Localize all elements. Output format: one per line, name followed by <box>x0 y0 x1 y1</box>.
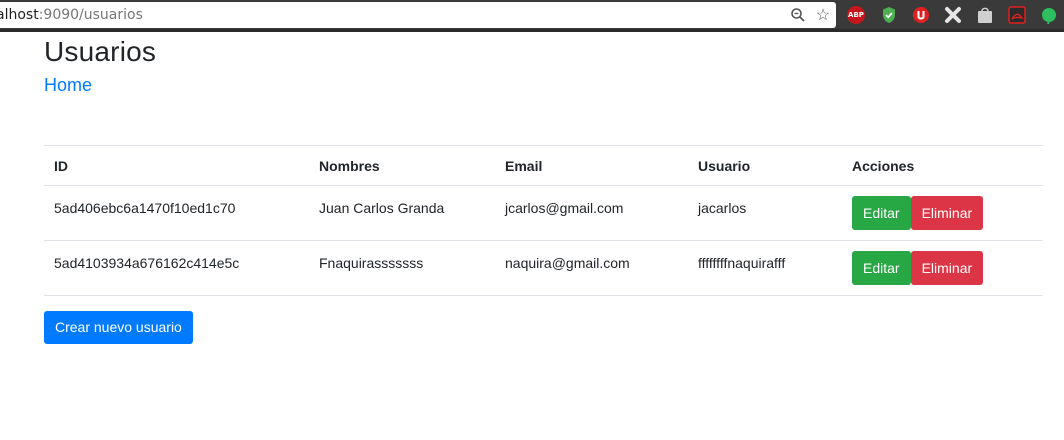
bag-icon[interactable] <box>976 6 994 24</box>
ublock-icon[interactable] <box>912 6 930 24</box>
page-title: Usuarios <box>44 36 157 67</box>
column-header-acciones: Acciones <box>842 145 1043 186</box>
adblock-icon[interactable]: ABP <box>847 6 865 24</box>
address-bar[interactable]: alhost:9090/usuarios ☆ <box>0 2 836 28</box>
column-header-id: ID <box>44 145 309 186</box>
cell-email: naquira@gmail.com <box>495 240 688 296</box>
edit-button[interactable]: Editar <box>852 251 911 285</box>
cell-acciones: Editar Eliminar <box>842 185 1043 241</box>
column-header-usuario: Usuario <box>688 145 842 186</box>
delete-button[interactable]: Eliminar <box>910 251 984 285</box>
cell-usuario: ffffffffnaquirafff <box>688 240 842 296</box>
column-header-nombres: Nombres <box>309 145 495 186</box>
delete-button[interactable]: Eliminar <box>910 196 984 230</box>
pdf-icon[interactable] <box>1008 6 1026 24</box>
browser-toolbar: alhost:9090/usuarios ☆ ABP <box>0 0 1064 32</box>
home-link[interactable]: Home <box>44 75 92 96</box>
cell-id: 5ad406ebc6a1470f10ed1c70 <box>44 185 309 241</box>
column-header-email: Email <box>495 145 688 186</box>
shield-check-icon[interactable] <box>880 6 898 24</box>
create-user-button[interactable]: Crear nuevo usuario <box>44 311 193 344</box>
cell-nombres: Fnaquirasssssss <box>309 240 495 296</box>
table-header-row: ID Nombres Email Usuario Acciones <box>44 145 1043 186</box>
cell-acciones: Editar Eliminar <box>842 240 1043 296</box>
cell-id: 5ad4103934a676162c414e5c <box>44 240 309 296</box>
cell-email: jcarlos@gmail.com <box>495 185 688 241</box>
cell-nombres: Juan Carlos Granda <box>309 185 495 241</box>
zoom-icon[interactable] <box>788 5 808 25</box>
bookmark-star-icon[interactable]: ☆ <box>813 5 833 25</box>
users-table: ID Nombres Email Usuario Acciones 5ad406… <box>44 145 1043 296</box>
edit-button[interactable]: Editar <box>852 196 911 230</box>
table-row: 5ad406ebc6a1470f10ed1c70 Juan Carlos Gra… <box>44 185 1043 241</box>
puzzle-icon[interactable] <box>944 6 962 24</box>
evernote-icon[interactable] <box>1040 6 1058 24</box>
url-text: alhost:9090/usuarios <box>0 7 143 23</box>
table-row: 5ad4103934a676162c414e5c Fnaquirasssssss… <box>44 240 1043 296</box>
cell-usuario: jacarlos <box>688 185 842 241</box>
